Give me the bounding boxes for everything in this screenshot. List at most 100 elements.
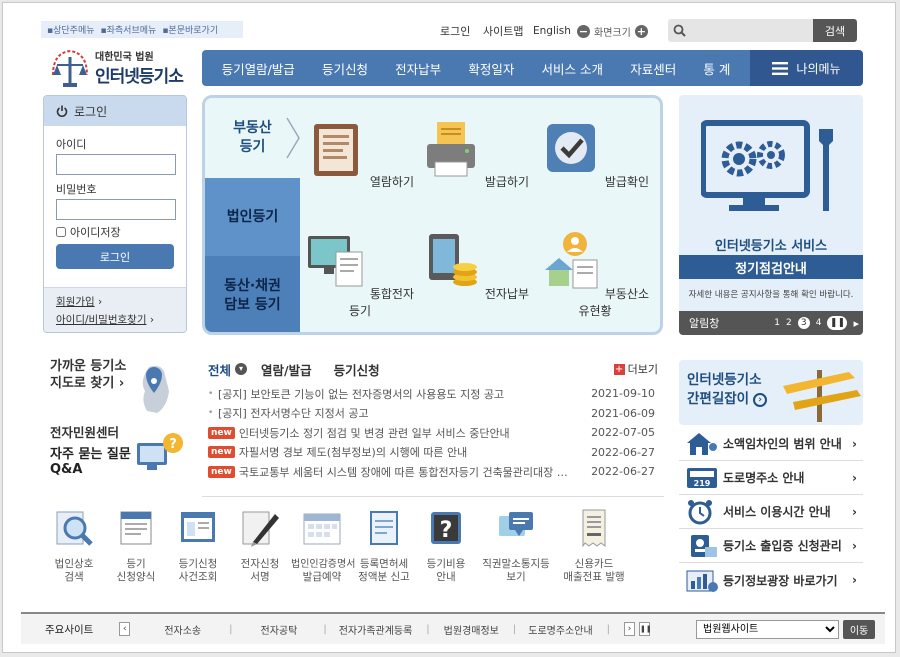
tab-movable-claims[interactable]: 동산·채권 담보 등기 — [205, 256, 300, 332]
news-more-link[interactable]: + 더보기 — [613, 361, 658, 377]
quick-case-inquiry[interactable]: 등기신청 사건조회 — [167, 508, 229, 598]
quick-e-signature[interactable]: 전자신청 서명 — [229, 508, 291, 598]
news-item[interactable]: • [공지] 보안토큰 기능이 없는 전자증명서의 사용용도 지정 공고 2021-… — [208, 384, 655, 404]
service-view[interactable]: 열람하기 — [305, 118, 415, 190]
link-tenant-range[interactable]: 소액임차인의 범위 안내 › — [679, 427, 863, 461]
news-date: 2022-06-27 — [591, 465, 655, 479]
search-input[interactable] — [668, 19, 813, 42]
quick-fee-guide[interactable]: ? 등기비용 안내 — [415, 508, 477, 598]
my-menu-label: 나의메뉴 — [796, 61, 841, 76]
skip-link-sub[interactable]: ▪좌측서브메뉴 — [101, 23, 157, 36]
site-logo[interactable]: 대한민국 법원 인터넷등기소 — [47, 45, 197, 89]
skip-link-main[interactable]: ▪상단주메뉴 — [47, 23, 95, 36]
tab-real-estate-label: 부동산 등기 — [233, 120, 272, 155]
footer-link-e-litigation[interactable]: 전자소송 — [164, 622, 201, 637]
quick-card-receipt[interactable]: 신용카드 매출전표 발행 — [555, 508, 633, 598]
e-civil-center-link[interactable]: 전자민원센터 자주 묻는 질문 Q&A — [50, 425, 131, 477]
save-id-checkbox-label[interactable]: 아이디저장 — [56, 224, 121, 240]
notice-page-4[interactable]: 4 — [816, 318, 822, 328]
nav-item-statistics[interactable]: 통 계 — [703, 59, 730, 78]
notice-page-3[interactable]: 3 — [797, 317, 810, 329]
prev-arrow-icon[interactable]: ‹ — [119, 622, 131, 636]
search-button[interactable]: 검색 — [813, 19, 857, 42]
password-input[interactable] — [56, 199, 176, 220]
service-verify[interactable]: 발급확인 — [540, 118, 650, 190]
skip-link-content[interactable]: ▪본문바로가기 — [162, 23, 218, 36]
quick-license-tax[interactable]: 등록면허세 정액분 신고 — [353, 508, 415, 598]
guide-line2: 간편길잡이 — [687, 391, 750, 407]
utility-login-link[interactable]: 로그인 — [440, 20, 470, 42]
nav-item-service-intro[interactable]: 서비스 소개 — [542, 59, 603, 78]
footer-link-road-address[interactable]: 도로명주소안내 — [528, 622, 592, 637]
next-icon[interactable]: ▸ — [853, 317, 859, 330]
go-button[interactable]: 이동 — [843, 619, 876, 639]
nav-item-e-payment[interactable]: 전자납부 — [395, 59, 441, 78]
link-label: 소액임차인의 범위 안내 — [723, 437, 842, 451]
easy-guide-banner[interactable]: 인터넷등기소 간편길잡이 › — [679, 360, 863, 425]
join-link[interactable]: 회원가입 › — [56, 293, 176, 311]
nav-item-view-issue[interactable]: 등기열람/발급 — [222, 59, 295, 78]
faq-monitor-icon: ? — [137, 433, 183, 470]
pause-icon[interactable]: ❚❚ — [639, 622, 652, 636]
maintenance-banner[interactable]: 인터넷등기소 서비스 정기점검안내 자세한 내용은 공지사항을 통해 확인 바랍… — [679, 95, 863, 335]
footer-link-auction[interactable]: 법원경매정보 — [444, 622, 499, 637]
news-date: 2021-09-10 — [591, 387, 655, 401]
my-menu-button[interactable]: 나의메뉴 — [750, 50, 863, 86]
road-sign-icon: 219 — [687, 467, 717, 488]
id-input[interactable] — [56, 154, 176, 175]
faq-line1: 자주 묻는 질문 — [50, 447, 131, 462]
link-road-address[interactable]: 219 도로명주소 안내 › — [679, 461, 863, 495]
checkmark-icon — [547, 124, 595, 172]
service-ownership[interactable]: 부동산소유현황 — [540, 230, 650, 319]
payment-coins-icon — [429, 234, 477, 286]
court-site-select[interactable]: 법원웹사이트 — [696, 619, 840, 639]
service-integrated[interactable]: 통합전자등기 — [305, 230, 415, 319]
news-item[interactable]: new 인터넷등기소 정기 점검 및 변경 관련 일부 서비스 중단안내 2022-… — [208, 423, 655, 443]
notice-page-2[interactable]: 2 — [786, 318, 792, 328]
quick-label-1: 전자신청 — [240, 558, 280, 570]
tab-corporate[interactable]: 법인등기 — [205, 178, 300, 256]
nav-item-registration[interactable]: 등기신청 — [322, 59, 368, 78]
quick-seal-reservation[interactable]: 법인인감증명서 발급예약 — [291, 508, 355, 598]
utility-sitemap-link[interactable]: 사이트맵 — [483, 20, 523, 42]
quick-label-2: 정액분 신고 — [358, 571, 410, 583]
news-tab-view-issue[interactable]: 열람/발급 — [261, 360, 312, 379]
nav-item-fixed-date[interactable]: 확정일자 — [468, 59, 514, 78]
footer-link-family-registry[interactable]: 전자가족관계등록 — [339, 622, 413, 637]
service-epay[interactable]: 전자납부 — [420, 230, 530, 302]
link-registry-data-plaza[interactable]: 등기정보광장 바로가기 › — [679, 563, 863, 597]
zoom-in-icon[interactable]: + — [634, 24, 648, 38]
new-badge: new — [208, 426, 235, 439]
news-item[interactable]: • [공지] 전자서명수단 지정서 공고 2021-06-09 — [208, 404, 655, 424]
login-header: 로그인 — [44, 96, 186, 126]
find-account-link[interactable]: 아이디/비밀번호찾기 › — [56, 311, 176, 329]
link-office-pass[interactable]: 등기소 출입증 신청관리 › — [679, 529, 863, 563]
login-button[interactable]: 로그인 — [56, 244, 174, 269]
quick-corporate-search[interactable]: 법인상호 검색 — [43, 508, 105, 598]
quick-cancellation-notice[interactable]: 직권말소통지등 보기 — [477, 508, 555, 598]
utility-english-link[interactable]: English — [533, 20, 571, 42]
quick-label-1: 법인상호 — [54, 558, 94, 570]
service-issue[interactable]: 발급하기 — [420, 118, 530, 190]
quick-forms[interactable]: 등기 신청양식 — [105, 508, 167, 598]
news-tab-all[interactable]: 전체 ▾ — [208, 360, 248, 379]
next-arrow-icon[interactable]: › — [624, 622, 636, 636]
pause-icon[interactable]: ❚❚ — [827, 316, 848, 330]
notice-page-1[interactable]: 1 — [774, 318, 780, 328]
link-service-hours[interactable]: 서비스 이용시간 안내 › — [679, 495, 863, 529]
login-box: 로그인 아이디 비밀번호 아이디저장 로그인 회원가입 › 아이디/비밀번호찾기… — [43, 95, 187, 333]
zoom-out-icon[interactable]: − — [577, 24, 590, 38]
svg-text:219: 219 — [694, 479, 711, 488]
magnifier-document-icon — [56, 511, 93, 546]
signpost-icon — [783, 370, 861, 422]
footer-link-e-deposit[interactable]: 전자공탁 — [261, 622, 298, 637]
news-tab-registration[interactable]: 등기신청 — [334, 360, 380, 379]
find-office-map-link[interactable]: 가까운 등기소 지도로 찾기 › — [50, 358, 126, 392]
save-id-checkbox[interactable] — [56, 227, 66, 237]
tab-movable-claims-label: 동산·채권 담보 등기 — [224, 277, 281, 313]
quick-label-1: 직권말소통지등 — [482, 558, 550, 570]
nav-item-resources[interactable]: 자료센터 — [630, 59, 676, 78]
news-item[interactable]: new 자필서명 경보 제도(첨부정보)의 시행에 따른 안내 2022-06-27 — [208, 443, 655, 463]
news-item[interactable]: new 국토교통부 세움터 시스템 장애에 따른 통합전자등기 건축물관리대장 …… — [208, 462, 655, 482]
news-tab-all-label: 전체 — [208, 362, 232, 378]
